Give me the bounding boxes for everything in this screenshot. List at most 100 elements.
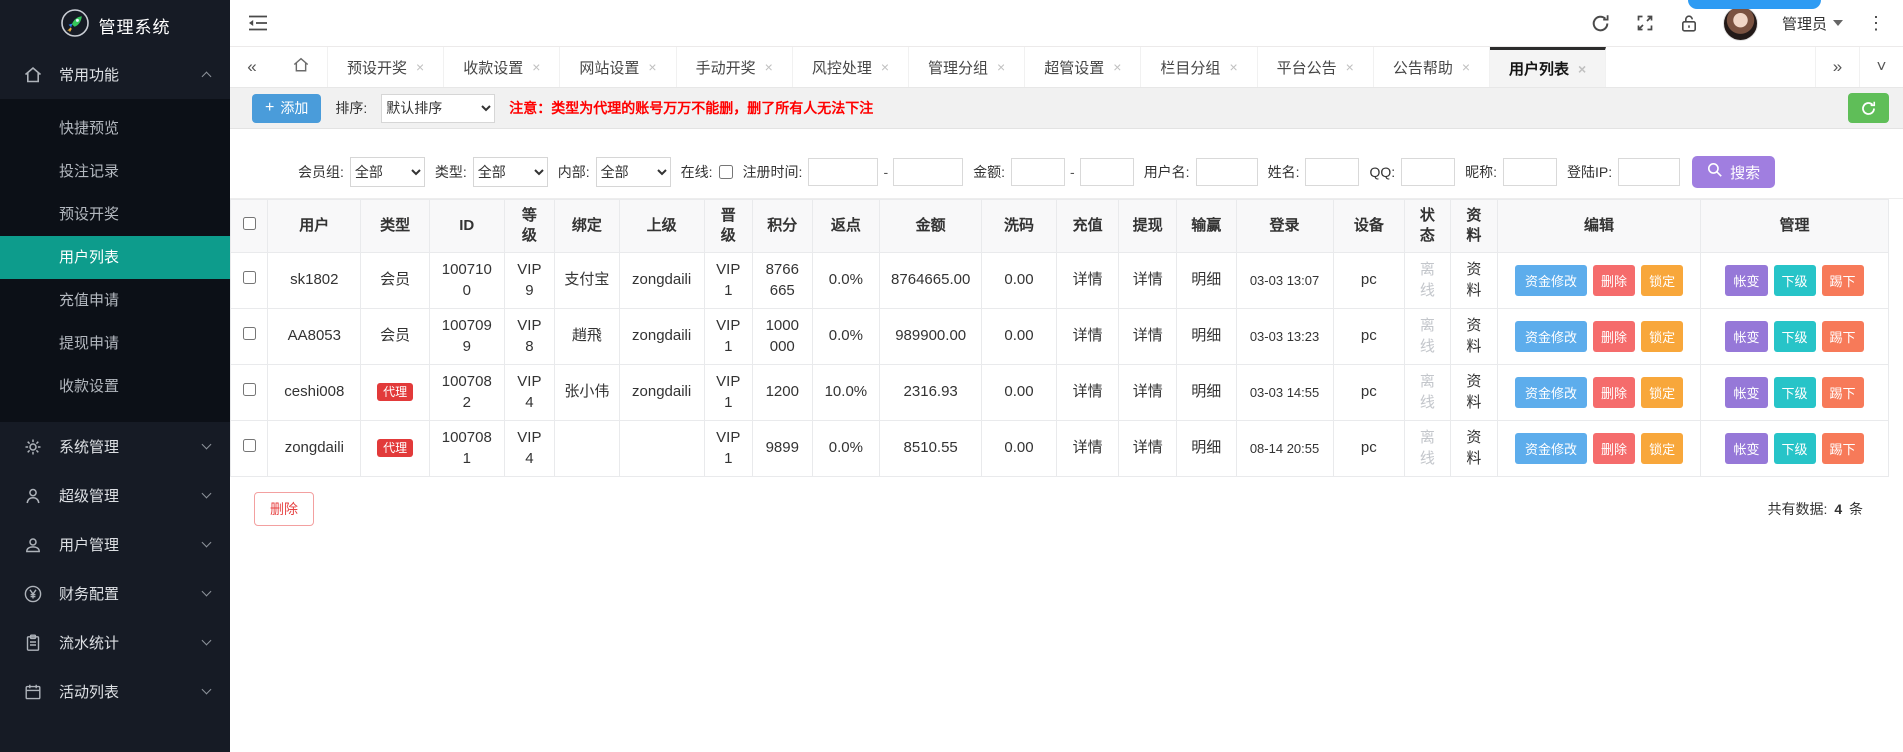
delete-row-button[interactable]: 删除	[1593, 377, 1635, 408]
account-change-button[interactable]: 帐变	[1725, 377, 1767, 408]
subordinates-button[interactable]: 下级	[1774, 377, 1816, 408]
withdraw-detail-link[interactable]: 详情	[1119, 309, 1177, 365]
delete-row-button[interactable]: 删除	[1593, 433, 1635, 464]
close-icon[interactable]: ×	[997, 59, 1005, 75]
online-checkbox[interactable]	[719, 165, 733, 179]
account-change-button[interactable]: 帐变	[1725, 265, 1767, 296]
row-checkbox[interactable]	[243, 383, 256, 396]
profile-link[interactable]: 资料	[1450, 309, 1497, 365]
sidebar-section-users[interactable]: 用户管理	[0, 520, 230, 569]
lock-button[interactable]: 锁定	[1641, 265, 1683, 296]
close-icon[interactable]: ×	[1346, 59, 1354, 75]
tab-risk-control[interactable]: 风控处理×	[793, 47, 909, 87]
sidebar-collapse-icon[interactable]	[248, 14, 268, 32]
sidebar-section-common[interactable]: 常用功能	[0, 50, 230, 99]
fullscreen-icon[interactable]	[1635, 13, 1655, 33]
lock-button[interactable]: 锁定	[1641, 321, 1683, 352]
sidebar-item-user-list[interactable]: 用户列表	[0, 236, 230, 279]
nickname-input[interactable]	[1503, 158, 1557, 186]
close-icon[interactable]: ×	[1578, 61, 1586, 77]
recharge-detail-link[interactable]: 详情	[1056, 365, 1119, 421]
close-icon[interactable]: ×	[765, 59, 773, 75]
sidebar-section-finance[interactable]: 财务配置	[0, 569, 230, 618]
tab-admin-groups[interactable]: 管理分组×	[909, 47, 1025, 87]
profile-link[interactable]: 资料	[1450, 253, 1497, 309]
admin-user-menu[interactable]: 管理员	[1782, 13, 1843, 34]
winlose-detail-link[interactable]: 明细	[1177, 309, 1237, 365]
close-icon[interactable]: ×	[416, 59, 424, 75]
tab-preset-draw[interactable]: 预设开奖×	[328, 47, 444, 87]
close-icon[interactable]: ×	[1229, 59, 1237, 75]
internal-select[interactable]: 全部	[596, 157, 671, 187]
qq-input[interactable]	[1401, 158, 1455, 186]
row-checkbox[interactable]	[243, 439, 256, 452]
fund-edit-button[interactable]: 资金修改	[1515, 265, 1587, 296]
withdraw-detail-link[interactable]: 详情	[1119, 253, 1177, 309]
lock-button[interactable]: 锁定	[1641, 377, 1683, 408]
delete-row-button[interactable]: 删除	[1593, 321, 1635, 352]
sidebar-section-system[interactable]: 系统管理	[0, 422, 230, 471]
fund-edit-button[interactable]: 资金修改	[1515, 433, 1587, 464]
sidebar-section-turnover[interactable]: 流水统计	[0, 618, 230, 667]
sidebar-item-withdraw-request[interactable]: 提现申请	[0, 322, 230, 365]
row-checkbox[interactable]	[243, 327, 256, 340]
close-icon[interactable]: ×	[1113, 59, 1121, 75]
tab-home[interactable]	[274, 47, 328, 87]
tabs-scroll-right-icon[interactable]: »	[1815, 47, 1859, 87]
kick-button[interactable]: 踢下	[1822, 321, 1864, 352]
login-ip-input[interactable]	[1618, 158, 1680, 186]
close-icon[interactable]: ×	[1462, 59, 1470, 75]
tab-manual-draw[interactable]: 手动开奖×	[677, 47, 793, 87]
close-icon[interactable]: ×	[532, 59, 540, 75]
delete-row-button[interactable]: 删除	[1593, 265, 1635, 296]
user-avatar[interactable]	[1723, 6, 1758, 41]
sidebar-item-preset-draw[interactable]: 预设开奖	[0, 193, 230, 236]
kick-button[interactable]: 踢下	[1822, 433, 1864, 464]
tab-user-list-active[interactable]: 用户列表×	[1490, 47, 1606, 87]
winlose-detail-link[interactable]: 明细	[1177, 421, 1237, 477]
add-button[interactable]: + 添加	[252, 94, 321, 123]
reg-time-end-input[interactable]	[893, 158, 963, 186]
amount-min-input[interactable]	[1011, 158, 1065, 186]
subordinates-button[interactable]: 下级	[1774, 433, 1816, 464]
winlose-detail-link[interactable]: 明细	[1177, 365, 1237, 421]
reg-time-start-input[interactable]	[808, 158, 878, 186]
tab-platform-announcement[interactable]: 平台公告×	[1258, 47, 1374, 87]
winlose-detail-link[interactable]: 明细	[1177, 253, 1237, 309]
table-refresh-button[interactable]	[1848, 93, 1889, 123]
recharge-detail-link[interactable]: 详情	[1056, 253, 1119, 309]
tabs-scroll-left-icon[interactable]: «	[230, 47, 274, 87]
username-input[interactable]	[1196, 158, 1258, 186]
lock-button[interactable]: 锁定	[1641, 433, 1683, 464]
sidebar-item-recharge-request[interactable]: 充值申请	[0, 279, 230, 322]
sidebar-section-activities[interactable]: 活动列表	[0, 667, 230, 716]
sort-select[interactable]: 默认排序	[381, 94, 495, 123]
tab-site-settings[interactable]: 网站设置×	[560, 47, 676, 87]
subordinates-button[interactable]: 下级	[1774, 265, 1816, 296]
sidebar-section-super[interactable]: 超级管理	[0, 471, 230, 520]
tab-announcement-help[interactable]: 公告帮助×	[1374, 47, 1490, 87]
profile-link[interactable]: 资料	[1450, 421, 1497, 477]
member-group-select[interactable]: 全部	[350, 157, 425, 187]
bulk-delete-button[interactable]: 删除	[254, 492, 314, 526]
type-select[interactable]: 全部	[473, 157, 548, 187]
sidebar-item-quick-preview[interactable]: 快捷预览	[0, 107, 230, 150]
refresh-icon[interactable]	[1590, 13, 1611, 34]
tab-column-groups[interactable]: 栏目分组×	[1141, 47, 1257, 87]
close-icon[interactable]: ×	[648, 59, 656, 75]
tab-super-settings[interactable]: 超管设置×	[1025, 47, 1141, 87]
name-input[interactable]	[1305, 158, 1359, 186]
search-button[interactable]: 搜索	[1692, 156, 1775, 188]
recharge-detail-link[interactable]: 详情	[1056, 421, 1119, 477]
withdraw-detail-link[interactable]: 详情	[1119, 421, 1177, 477]
fund-edit-button[interactable]: 资金修改	[1515, 321, 1587, 352]
row-checkbox[interactable]	[243, 271, 256, 284]
sidebar-item-bet-records[interactable]: 投注记录	[0, 150, 230, 193]
kick-button[interactable]: 踢下	[1822, 265, 1864, 296]
lock-icon[interactable]	[1679, 13, 1699, 34]
account-change-button[interactable]: 帐变	[1725, 433, 1767, 464]
sidebar-item-payment-settings[interactable]: 收款设置	[0, 365, 230, 408]
select-all-checkbox[interactable]	[243, 217, 256, 230]
subordinates-button[interactable]: 下级	[1774, 321, 1816, 352]
more-options-icon[interactable]: ⋮	[1867, 13, 1885, 34]
